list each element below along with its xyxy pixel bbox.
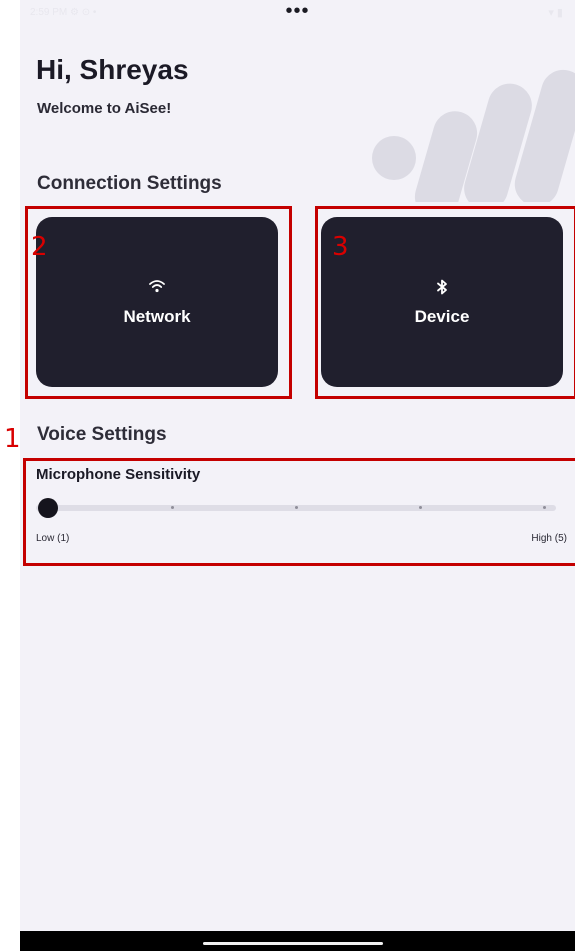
app-screen: 2:59 PM ⚙ ⊙ • ▾ ▮ ••• Hi, Shreyas Welcom… <box>20 0 575 951</box>
system-navigation-bar <box>20 931 575 951</box>
voice-settings-heading: Voice Settings <box>37 424 167 445</box>
annotation-number-2: 2 <box>31 232 48 262</box>
home-indicator[interactable] <box>203 942 383 945</box>
connection-settings-heading: Connection Settings <box>37 173 222 194</box>
greeting-title: Hi, Shreyas <box>36 54 189 85</box>
annotation-box-network <box>25 206 292 399</box>
welcome-subtitle: Welcome to AiSee! <box>37 100 172 117</box>
microphone-sensitivity-label: Microphone Sensitivity <box>36 466 201 483</box>
slider-max-label: High (5) <box>531 533 567 544</box>
annotation-number-1: 1 <box>4 424 21 454</box>
slider-thumb[interactable] <box>38 498 58 518</box>
microphone-sensitivity-slider[interactable] <box>36 498 556 518</box>
slider-tick <box>419 506 422 509</box>
slider-min-label: Low (1) <box>36 533 70 544</box>
more-options-icon[interactable]: ••• <box>20 1 575 21</box>
slider-tick <box>295 506 298 509</box>
slider-tick <box>171 506 174 509</box>
annotation-number-3: 3 <box>332 232 349 262</box>
slider-tick <box>543 506 546 509</box>
aisee-logo-watermark <box>372 69 575 202</box>
annotation-box-device <box>315 206 575 399</box>
